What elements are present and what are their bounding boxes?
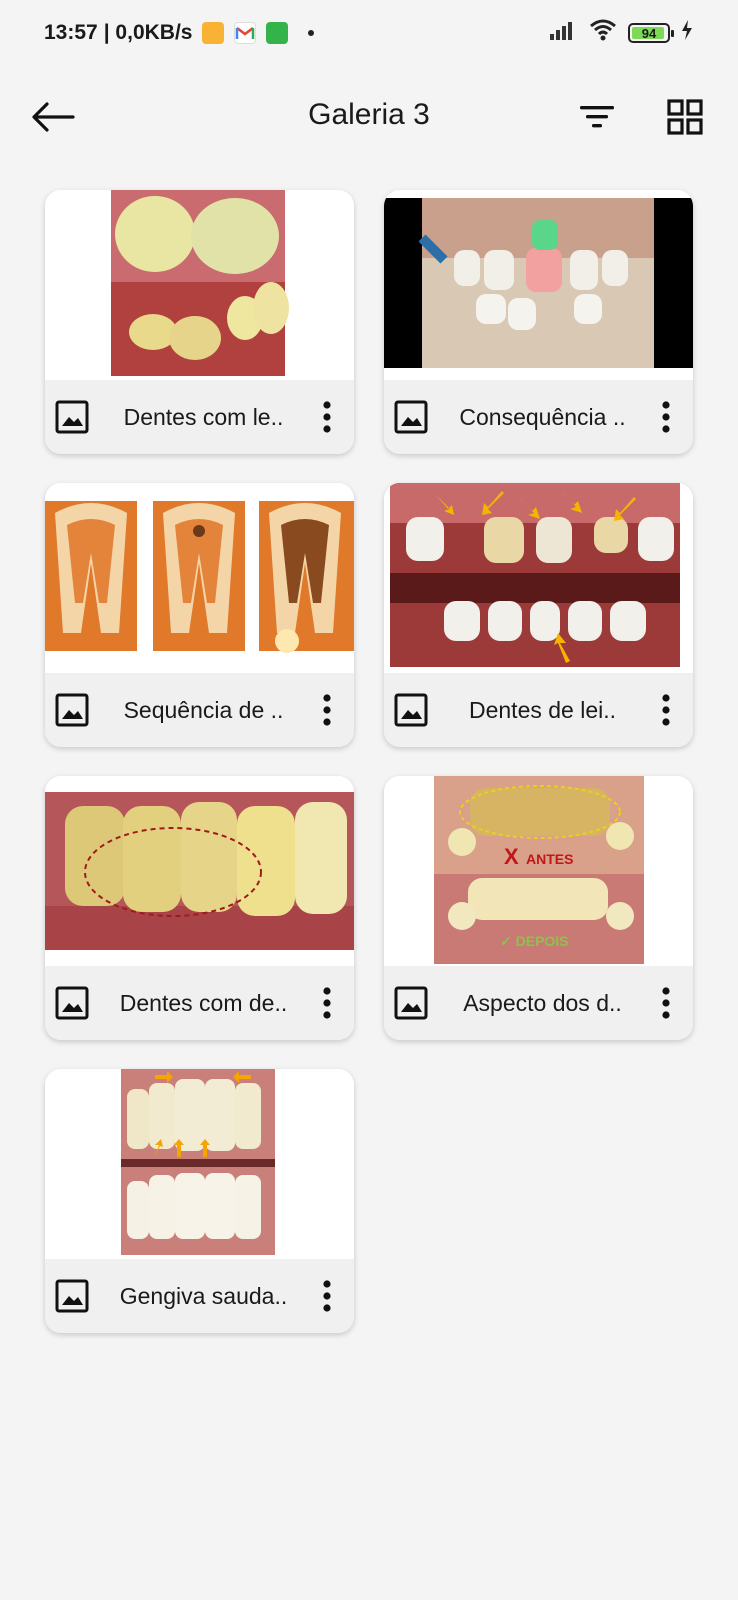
- item-title: Gengiva sauda..: [119, 1283, 288, 1309]
- battery-level: 94: [641, 25, 657, 41]
- thumbnail-image: [384, 483, 693, 673]
- charging-icon: [680, 19, 694, 47]
- depois-label: ✓ DEPOIS: [500, 933, 569, 949]
- status-bar: 13:57 | 0,0KB/s 94: [0, 0, 738, 66]
- android-app-icon: [266, 22, 289, 44]
- image-icon: [394, 400, 428, 434]
- network-speed: | 0,0KB/s: [103, 21, 193, 44]
- item-title: Sequência de ..: [123, 697, 284, 723]
- gallery-item[interactable]: Consequência ..: [384, 190, 693, 454]
- more-vert-icon: [662, 694, 670, 726]
- more-options-button[interactable]: [312, 396, 342, 438]
- more-options-button[interactable]: [651, 689, 681, 731]
- more-options-button[interactable]: [312, 1275, 342, 1317]
- gallery-item[interactable]: Dentes com de..: [45, 776, 354, 1040]
- notes-app-icon: [202, 22, 225, 44]
- card-footer: Dentes com le..: [45, 380, 354, 454]
- antes-label: ANTES: [526, 851, 573, 867]
- image-icon: [55, 986, 89, 1020]
- sort-icon: [580, 106, 614, 128]
- more-notifications-dot: [308, 30, 315, 36]
- item-title: Dentes com de..: [119, 990, 288, 1016]
- card-footer: Aspecto dos d..: [384, 966, 693, 1040]
- card-footer: Dentes com de..: [45, 966, 354, 1040]
- more-vert-icon: [323, 401, 331, 433]
- thumbnail-image: [45, 483, 354, 673]
- more-options-button[interactable]: [312, 982, 342, 1024]
- card-footer: Dentes de lei..: [384, 673, 693, 747]
- more-options-button[interactable]: [312, 689, 342, 731]
- thumbnail-image: [45, 1069, 354, 1259]
- item-title: Dentes com le..: [123, 404, 284, 430]
- more-vert-icon: [323, 1280, 331, 1312]
- gallery-item[interactable]: X ANTES ✓ DEPOIS Aspecto dos d..: [384, 776, 693, 1040]
- battery-indicator: 94: [628, 23, 674, 43]
- grid-icon: [667, 99, 703, 135]
- item-title: Aspecto dos d..: [463, 990, 622, 1016]
- image-icon: [394, 693, 428, 727]
- gallery-item[interactable]: Dentes de lei..: [384, 483, 693, 747]
- more-vert-icon: [662, 401, 670, 433]
- thumbnail-image: X ANTES ✓ DEPOIS: [384, 776, 693, 966]
- status-time: 13:57: [44, 21, 98, 44]
- more-options-button[interactable]: [651, 982, 681, 1024]
- gallery-item[interactable]: Gengiva sauda..: [45, 1069, 354, 1333]
- image-icon: [55, 1279, 89, 1313]
- card-footer: Gengiva sauda..: [45, 1259, 354, 1333]
- thumbnail-image: [384, 190, 693, 380]
- thumbnail-image: [45, 776, 354, 966]
- wifi-icon: [588, 18, 618, 48]
- gallery-item[interactable]: Dentes com le..: [45, 190, 354, 454]
- app-bar: Galeria 3: [0, 76, 738, 156]
- x-mark: X: [504, 844, 519, 869]
- more-vert-icon: [323, 987, 331, 1019]
- thumbnail-image: [45, 190, 354, 380]
- card-footer: Consequência ..: [384, 380, 693, 454]
- gmail-icon: [234, 22, 257, 44]
- signal-icon: [548, 19, 578, 47]
- card-footer: Sequência de ..: [45, 673, 354, 747]
- image-icon: [55, 693, 89, 727]
- image-icon: [55, 400, 89, 434]
- sort-filter-button[interactable]: [572, 92, 622, 142]
- more-options-button[interactable]: [651, 396, 681, 438]
- page-title: Galeria 3: [308, 98, 430, 131]
- more-vert-icon: [662, 987, 670, 1019]
- item-title: Consequência ..: [459, 404, 626, 430]
- item-title: Dentes de lei..: [468, 697, 617, 723]
- grid-view-button[interactable]: [660, 92, 710, 142]
- gallery-item[interactable]: Sequência de ..: [45, 483, 354, 747]
- more-vert-icon: [323, 694, 331, 726]
- image-icon: [394, 986, 428, 1020]
